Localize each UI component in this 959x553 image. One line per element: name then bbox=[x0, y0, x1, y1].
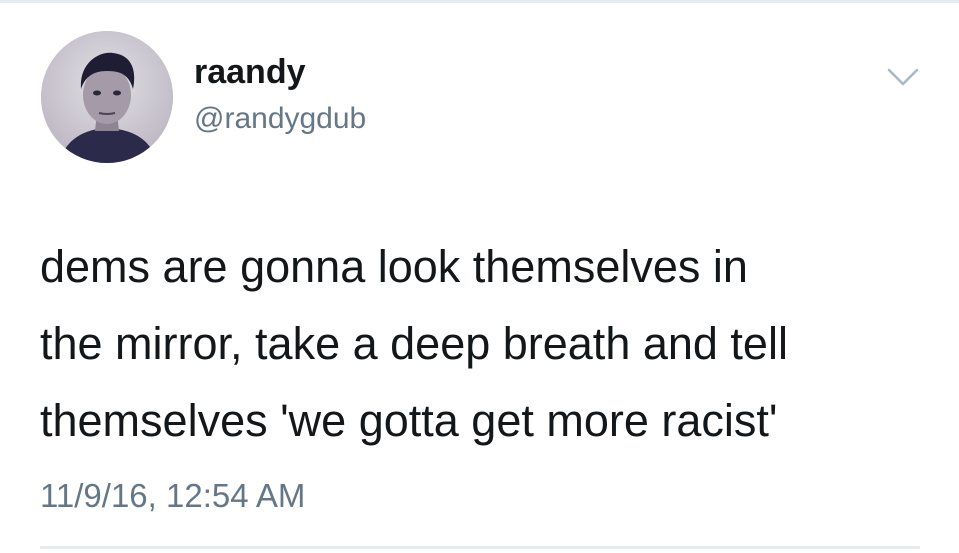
display-name[interactable]: raandy bbox=[194, 52, 306, 92]
bottom-divider bbox=[40, 546, 920, 549]
chevron-down-icon[interactable] bbox=[886, 66, 920, 88]
avatar[interactable] bbox=[41, 31, 173, 163]
top-divider bbox=[0, 0, 959, 3]
tweet-text: dems are gonna look themselves in the mi… bbox=[40, 228, 920, 459]
tweet-text-line: the mirror, take a deep breath and tell bbox=[40, 318, 788, 369]
tweet-timestamp[interactable]: 11/9/16, 12:54 AM bbox=[40, 476, 305, 516]
tweet-text-line: themselves 'we gotta get more racist' bbox=[40, 395, 778, 446]
tweet-card: raandy @randygdub dems are gonna look th… bbox=[0, 0, 959, 553]
user-handle[interactable]: @randygdub bbox=[194, 101, 366, 137]
avatar-image bbox=[41, 31, 173, 163]
tweet-text-line: dems are gonna look themselves in bbox=[40, 241, 748, 292]
